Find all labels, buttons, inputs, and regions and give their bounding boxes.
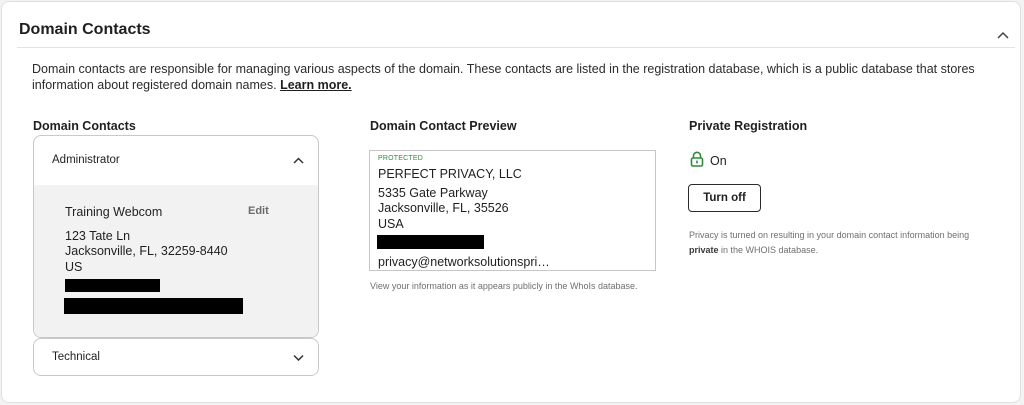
redacted-phone [377,235,484,249]
preview-address-line2: Jacksonville, FL, 35526 [378,201,509,215]
learn-more-link[interactable]: Learn more. [280,78,352,92]
intro-text: Domain contacts are responsible for mana… [32,62,975,92]
preview-org: PERFECT PRIVACY, LLC [378,167,522,181]
edit-contact-button[interactable]: Edit [248,205,269,217]
turn-off-privacy-button[interactable]: Turn off [688,184,761,212]
technical-accordion: Technical [33,338,319,376]
redacted-phone [65,279,160,292]
address-line1: 123 Tate Ln [65,229,131,243]
address-country: US [65,260,83,274]
section-title: Domain Contacts [19,21,151,38]
administrator-accordion: Administrator Training Webcom Edit 123 T… [33,135,319,338]
header-divider [17,47,1015,48]
privacy-note: Privacy is turned on resulting in your d… [689,230,970,255]
contact-preview-box: PROTECTED PERFECT PRIVACY, LLC 5335 Gate… [369,150,656,271]
collapse-section-button[interactable] [992,24,1014,46]
private-registration-heading: Private Registration [689,119,808,133]
administrator-details: Training Webcom Edit 123 Tate Ln Jackson… [34,185,318,337]
chevron-up-icon [997,26,1009,44]
address-line2: Jacksonville, FL, 32259-8440 [65,244,228,258]
preview-note: View your information as it appears publ… [370,281,638,291]
administrator-accordion-header[interactable]: Administrator [34,136,318,184]
preview-heading: Domain Contact Preview [370,119,517,133]
protected-badge: PROTECTED [378,155,423,162]
chevron-down-icon [278,354,318,361]
lock-icon [690,151,704,170]
technical-accordion-header[interactable]: Technical [34,339,318,375]
contact-name: Training Webcom [65,205,163,219]
preview-country: USA [378,217,404,231]
chevron-up-icon [278,156,318,164]
privacy-status-label: On [710,153,727,168]
redacted-email [64,298,243,314]
preview-address-line1: 5335 Gate Parkway [378,186,488,200]
contacts-heading: Domain Contacts [33,119,136,133]
privacy-status: On [690,151,727,170]
preview-email: privacy@networksolutionspri… [378,255,550,269]
administrator-label: Administrator [52,154,120,166]
technical-label: Technical [52,351,100,363]
